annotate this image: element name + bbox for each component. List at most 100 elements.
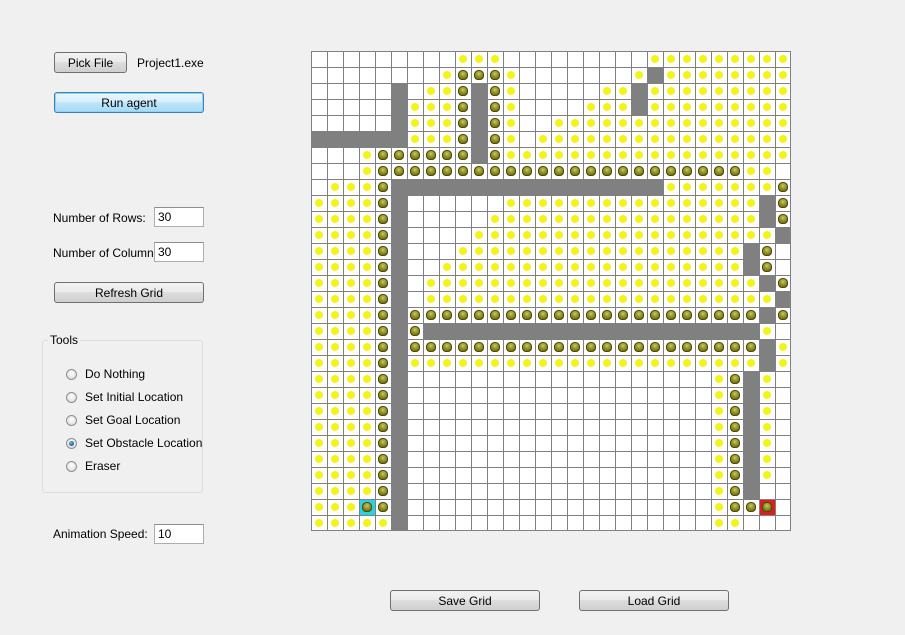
grid-cell-empty[interactable] xyxy=(519,435,535,451)
grid-cell-food[interactable] xyxy=(359,451,375,467)
grid-cell-empty[interactable] xyxy=(663,483,679,499)
grid-cell-empty[interactable] xyxy=(615,67,631,83)
grid-cell-food[interactable] xyxy=(535,211,551,227)
grid-cell-empty[interactable] xyxy=(407,227,423,243)
grid-cell-food[interactable] xyxy=(535,131,551,147)
grid-cell-empty[interactable] xyxy=(311,163,327,179)
grid-cell-empty[interactable] xyxy=(471,195,487,211)
grid-cell-food[interactable] xyxy=(695,179,711,195)
grid-cell-empty[interactable] xyxy=(631,499,647,515)
grid-cell-empty[interactable] xyxy=(583,67,599,83)
grid-cell-food[interactable] xyxy=(759,83,775,99)
grid-cell-empty[interactable] xyxy=(311,83,327,99)
grid-cell-empty[interactable] xyxy=(631,403,647,419)
grid-cell-food[interactable] xyxy=(615,243,631,259)
grid-cell-empty[interactable] xyxy=(455,403,471,419)
grid-cell-empty[interactable] xyxy=(583,403,599,419)
grid-cell-empty[interactable] xyxy=(535,99,551,115)
grid-cell-empty[interactable] xyxy=(599,435,615,451)
grid-cell-food[interactable] xyxy=(743,355,759,371)
grid-cell-empty[interactable] xyxy=(631,483,647,499)
grid-cell-empty[interactable] xyxy=(663,419,679,435)
grid-cell-empty[interactable] xyxy=(631,51,647,67)
grid-cell-food[interactable] xyxy=(711,275,727,291)
grid-cell-empty[interactable] xyxy=(407,195,423,211)
grid-cell-food[interactable] xyxy=(631,147,647,163)
grid-cell-visited[interactable] xyxy=(583,307,599,323)
grid-cell-food[interactable] xyxy=(775,67,791,83)
grid-cell-food[interactable] xyxy=(359,211,375,227)
grid-cell-food[interactable] xyxy=(743,275,759,291)
grid-cell-food[interactable] xyxy=(647,227,663,243)
grid-cell-food[interactable] xyxy=(519,291,535,307)
grid-cell-food[interactable] xyxy=(311,323,327,339)
grid-cell-obstacle[interactable] xyxy=(535,323,551,339)
grid-cell-visited[interactable] xyxy=(695,339,711,355)
grid-cell-food[interactable] xyxy=(679,211,695,227)
grid-cell-obstacle[interactable] xyxy=(727,323,743,339)
grid-cell-empty[interactable] xyxy=(487,515,503,531)
grid-cell-food[interactable] xyxy=(759,387,775,403)
grid-cell-food[interactable] xyxy=(615,275,631,291)
grid-cell-food[interactable] xyxy=(583,227,599,243)
grid-cell-obstacle[interactable] xyxy=(391,339,407,355)
grid-cell-empty[interactable] xyxy=(487,467,503,483)
grid-cell-food[interactable] xyxy=(567,291,583,307)
grid-cell-food[interactable] xyxy=(359,227,375,243)
grid-cell-visited[interactable] xyxy=(375,147,391,163)
grid-cell-food[interactable] xyxy=(583,115,599,131)
grid-cell-empty[interactable] xyxy=(407,435,423,451)
grid-cell-food[interactable] xyxy=(567,259,583,275)
grid-cell-food[interactable] xyxy=(327,387,343,403)
grid-cell-food[interactable] xyxy=(711,51,727,67)
grid-cell-obstacle[interactable] xyxy=(391,179,407,195)
grid-cell-food[interactable] xyxy=(311,195,327,211)
grid-cell-obstacle[interactable] xyxy=(391,419,407,435)
grid-cell-visited[interactable] xyxy=(455,115,471,131)
animation-speed-input[interactable]: 10 xyxy=(154,524,204,544)
grid-cell-food[interactable] xyxy=(567,131,583,147)
grid-cell-empty[interactable] xyxy=(567,403,583,419)
grid-cell-visited[interactable] xyxy=(727,387,743,403)
grid-cell-empty[interactable] xyxy=(407,371,423,387)
grid-cell-food[interactable] xyxy=(519,227,535,243)
grid-cell-food[interactable] xyxy=(439,115,455,131)
grid-cell-food[interactable] xyxy=(631,243,647,259)
grid-cell-empty[interactable] xyxy=(583,419,599,435)
grid-cell-food[interactable] xyxy=(311,291,327,307)
grid-cell-food[interactable] xyxy=(631,195,647,211)
grid-cell-food[interactable] xyxy=(487,291,503,307)
grid-cell-empty[interactable] xyxy=(391,51,407,67)
grid-cell-food[interactable] xyxy=(663,211,679,227)
grid-cell-food[interactable] xyxy=(311,483,327,499)
grid-cell-visited[interactable] xyxy=(727,483,743,499)
grid-cell-food[interactable] xyxy=(359,243,375,259)
grid-cell-empty[interactable] xyxy=(583,435,599,451)
grid-cell-food[interactable] xyxy=(743,179,759,195)
grid-cell-obstacle[interactable] xyxy=(471,131,487,147)
grid-cell-obstacle[interactable] xyxy=(647,323,663,339)
grid-cell-obstacle[interactable] xyxy=(743,387,759,403)
grid-cell-food[interactable] xyxy=(311,355,327,371)
grid-cell-empty[interactable] xyxy=(599,467,615,483)
grid-cell-food[interactable] xyxy=(567,147,583,163)
grid-cell-empty[interactable] xyxy=(775,243,791,259)
grid-cell-empty[interactable] xyxy=(519,99,535,115)
grid-cell-food[interactable] xyxy=(615,211,631,227)
grid-cell-food[interactable] xyxy=(327,451,343,467)
grid-cell-food[interactable] xyxy=(439,67,455,83)
grid-cell-empty[interactable] xyxy=(311,147,327,163)
grid-cell-food[interactable] xyxy=(583,99,599,115)
grid-cell-visited[interactable] xyxy=(567,163,583,179)
grid-cell-empty[interactable] xyxy=(615,419,631,435)
grid-cell-visited[interactable] xyxy=(631,339,647,355)
grid-cell-obstacle[interactable] xyxy=(599,323,615,339)
grid-cell-visited[interactable] xyxy=(375,163,391,179)
grid-cell-food[interactable] xyxy=(663,131,679,147)
grid-cell-food[interactable] xyxy=(775,131,791,147)
grid-cell-food[interactable] xyxy=(359,163,375,179)
load-grid-button[interactable]: Load Grid xyxy=(579,590,729,611)
grid-cell-empty[interactable] xyxy=(551,515,567,531)
grid-cell-food[interactable] xyxy=(551,227,567,243)
grid-cell-empty[interactable] xyxy=(663,451,679,467)
